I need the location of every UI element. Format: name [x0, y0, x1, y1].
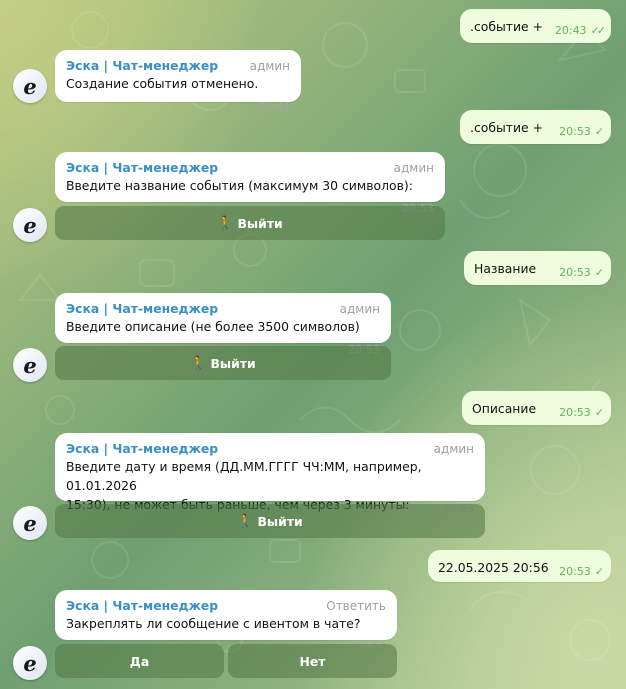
admin-badge: админ — [249, 59, 290, 73]
message-text: Создание события отменено. — [66, 76, 259, 91]
walking-person-icon: 🚶 — [237, 513, 254, 529]
outgoing-message[interactable]: Описание 20:53 ✓ — [462, 391, 611, 425]
yes-button[interactable]: Да — [55, 644, 224, 678]
no-button[interactable]: Нет — [228, 644, 397, 678]
message-time: 20:53 — [559, 565, 591, 578]
message-text: Закреплять ли сообщение с ивентом в чате… — [66, 616, 361, 631]
check-icon: ✓ — [594, 565, 604, 578]
admin-badge: админ — [339, 302, 380, 316]
exit-button[interactable]: 🚶 Выйти — [55, 206, 445, 240]
incoming-message[interactable]: Эска | Чат-менеджер админ Введите назван… — [55, 152, 445, 215]
reply-link[interactable]: Ответить — [326, 599, 386, 613]
message-text: Введите название события (максимум 30 си… — [66, 178, 413, 193]
yes-button-label: Да — [129, 653, 150, 669]
sender-name[interactable]: Эска | Чат-менеджер — [66, 58, 218, 73]
sender-name[interactable]: Эска | Чат-менеджер — [66, 598, 218, 613]
message-text-line: Введите дату и время (ДД.ММ.ГГГГ ЧЧ:ММ, … — [66, 459, 422, 493]
message-text: Описание — [472, 401, 537, 416]
message-time: 20:53 — [559, 125, 591, 138]
exit-button[interactable]: 🚶 Выйти — [55, 504, 485, 538]
exit-button[interactable]: 🚶 Выйти — [55, 346, 391, 380]
message-time: 20:53 — [559, 406, 591, 419]
outgoing-message[interactable]: .событие + 20:43 ✓✓ — [460, 9, 611, 43]
message-text: Название — [474, 261, 537, 276]
bot-avatar[interactable]: e — [13, 646, 47, 680]
check-icon: ✓ — [594, 406, 604, 419]
bot-avatar[interactable]: e — [13, 506, 47, 540]
bot-avatar[interactable]: e — [13, 208, 47, 242]
sender-name[interactable]: Эска | Чат-менеджер — [66, 301, 218, 316]
message-time: 20:53 — [559, 266, 591, 279]
sender-name[interactable]: Эска | Чат-менеджер — [66, 160, 218, 175]
incoming-message[interactable]: Эска | Чат-менеджер админ Создание событ… — [55, 50, 301, 113]
incoming-message[interactable]: Эска | Чат-менеджер админ Введите описан… — [55, 293, 391, 356]
outgoing-message[interactable]: Название 20:53 ✓ — [464, 251, 611, 285]
exit-button-label: Выйти — [257, 513, 303, 529]
no-button-label: Нет — [299, 653, 326, 669]
bot-avatar[interactable]: e — [13, 69, 47, 103]
exit-button-label: Выйти — [237, 215, 283, 231]
message-text: 22.05.2025 20:56 — [438, 560, 549, 575]
outgoing-message[interactable]: .событие + 20:53 ✓ — [460, 110, 611, 144]
message-text: Введите описание (не более 3500 символов… — [66, 319, 360, 334]
exit-button-label: Выйти — [210, 355, 256, 371]
bot-avatar[interactable]: e — [13, 348, 47, 382]
admin-badge: админ — [433, 442, 474, 456]
sender-name[interactable]: Эска | Чат-менеджер — [66, 441, 218, 456]
walking-person-icon: 🚶 — [217, 215, 234, 231]
incoming-message[interactable]: Эска | Чат-менеджер админ Введите дату и… — [55, 433, 485, 515]
message-text: .событие + — [470, 19, 543, 34]
double-check-icon: ✓✓ — [590, 24, 607, 37]
message-time: 20:43 — [554, 24, 587, 37]
check-icon: ✓ — [594, 266, 604, 279]
check-icon: ✓ — [594, 125, 604, 138]
admin-badge: админ — [393, 161, 434, 175]
message-text: .событие + — [470, 120, 543, 135]
incoming-message[interactable]: Эска | Чат-менеджер Ответить Закреплять … — [55, 590, 397, 653]
walking-person-icon: 🚶 — [190, 355, 207, 371]
outgoing-message[interactable]: 22.05.2025 20:56 20:53 ✓ — [428, 550, 611, 582]
chat-wallpaper — [17, 11, 611, 661]
message-time: 20:43 — [258, 100, 290, 113]
